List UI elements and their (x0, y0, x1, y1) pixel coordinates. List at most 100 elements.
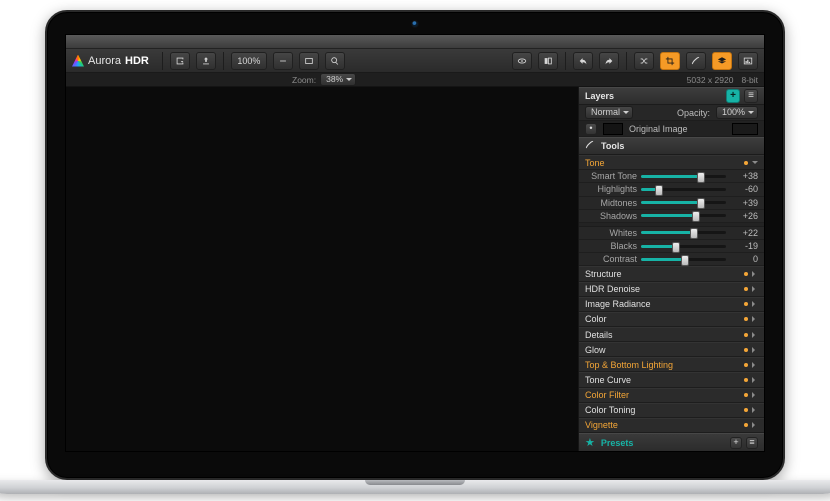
section-title: Image Radiance (585, 299, 651, 309)
tools-panel-header[interactable]: Tools (579, 137, 764, 155)
slider-track[interactable] (641, 175, 726, 178)
chevron-right-icon (752, 362, 758, 368)
layer-row-original[interactable]: • Original Image (579, 121, 764, 137)
shuffle-button[interactable] (634, 52, 654, 70)
slider-whites[interactable]: Whites +22 (579, 227, 764, 240)
layer-visibility-toggle[interactable]: • (585, 123, 597, 135)
section-structure[interactable]: Structure (579, 266, 764, 281)
section-tone[interactable]: Tone (579, 155, 764, 170)
app-brand: Aurora HDR (72, 55, 149, 67)
presets-footer[interactable]: ★ Presets + ≡ (579, 433, 764, 451)
section-image-radiance[interactable]: Image Radiance (579, 297, 764, 312)
slider-track[interactable] (641, 258, 726, 261)
section-active-dot (744, 378, 748, 382)
slider-track[interactable] (641, 214, 726, 217)
image-bit-depth: 8-bit (741, 75, 758, 85)
blend-mode-select[interactable]: Normal (585, 106, 633, 119)
section-color[interactable]: Color (579, 312, 764, 327)
presets-menu-button[interactable]: ≡ (746, 437, 758, 449)
star-icon: ★ (585, 436, 595, 449)
redo-button[interactable] (599, 52, 619, 70)
laptop-base (0, 480, 830, 494)
section-active-dot (744, 423, 748, 427)
section-active-dot (744, 333, 748, 337)
brush-button[interactable] (686, 52, 706, 70)
zoom-value-button[interactable]: 100% (231, 52, 267, 70)
section-active-dot (744, 272, 748, 276)
chevron-right-icon (752, 332, 758, 338)
zoom-label: Zoom: (292, 75, 316, 85)
slider-value: +22 (730, 228, 758, 238)
section-details[interactable]: Details (579, 327, 764, 342)
slider-value: 0 (730, 254, 758, 264)
layers-menu-button[interactable]: ≡ (744, 89, 758, 103)
slider-label: Shadows (585, 211, 637, 221)
compare-button[interactable] (538, 52, 558, 70)
slider-blacks[interactable]: Blacks-19 (579, 240, 764, 253)
slider-track[interactable] (641, 245, 726, 248)
slider-smart-tone[interactable]: Smart Tone +38 (579, 170, 764, 183)
section-vignette[interactable]: Vignette (579, 418, 764, 433)
slider-label: Smart Tone (585, 171, 637, 181)
slider-contrast[interactable]: Contrast0 (579, 253, 764, 266)
chevron-right-icon (752, 301, 758, 307)
layers-panel-header[interactable]: Layers + ≡ (579, 87, 764, 105)
crop-button[interactable] (660, 52, 680, 70)
section-title: Structure (585, 269, 622, 279)
tools-title: Tools (601, 141, 624, 151)
opacity-select[interactable]: 100% (716, 106, 758, 119)
slider-value: +38 (730, 171, 758, 181)
export-button[interactable] (170, 52, 190, 70)
undo-button[interactable] (573, 52, 593, 70)
zoom-in-button[interactable] (325, 52, 345, 70)
section-tone-curve[interactable]: Tone Curve (579, 372, 764, 387)
layer-blend-row: Normal Opacity: 100% (579, 105, 764, 121)
image-canvas[interactable] (66, 87, 578, 451)
brand-bold: HDR (125, 55, 149, 67)
brand-thin: Aurora (88, 55, 121, 67)
slider-track[interactable] (641, 201, 726, 204)
section-active-dot (744, 317, 748, 321)
section-active-dot (744, 302, 748, 306)
slider-shadows[interactable]: Shadows+26 (579, 210, 764, 223)
image-dimensions: 5032 x 2920 (687, 75, 734, 85)
section-title: Vignette (585, 420, 618, 430)
presets-add-button[interactable]: + (730, 437, 742, 449)
slider-highlights[interactable]: Highlights-60 (579, 183, 764, 196)
slider-value: -60 (730, 184, 758, 194)
section-title: Glow (585, 345, 606, 355)
slider-midtones[interactable]: Midtones+39 (579, 197, 764, 210)
histogram-button[interactable] (738, 52, 758, 70)
chevron-right-icon (752, 377, 758, 383)
slider-track[interactable] (641, 231, 726, 234)
section-title: Color Filter (585, 390, 629, 400)
section-hdr-denoise[interactable]: HDR Denoise (579, 282, 764, 297)
layer-mask-thumbnail[interactable] (732, 123, 758, 135)
slider-label: Whites (585, 228, 637, 238)
section-active-dot (744, 287, 748, 291)
canvas-status-bar: Zoom: 38% 5032 x 2920 8-bit (66, 73, 764, 87)
section-color-filter[interactable]: Color Filter (579, 388, 764, 403)
section-top-bottom-lighting[interactable]: Top & Bottom Lighting (579, 357, 764, 372)
chevron-right-icon (752, 271, 758, 277)
share-button[interactable] (196, 52, 216, 70)
section-title: Details (585, 330, 613, 340)
section-active-dot (744, 393, 748, 397)
section-active-dot (744, 161, 748, 165)
layer-thumbnail (603, 123, 623, 135)
section-title: Tone (585, 158, 605, 168)
slider-label: Blacks (585, 241, 637, 251)
chevron-down-icon (752, 161, 758, 167)
layers-toggle-button[interactable] (712, 52, 732, 70)
section-glow[interactable]: Glow (579, 342, 764, 357)
preview-eye-button[interactable] (512, 52, 532, 70)
add-layer-button[interactable]: + (726, 89, 740, 103)
slider-track[interactable] (641, 188, 726, 191)
section-color-toning[interactable]: Color Toning (579, 403, 764, 418)
zoom-out-button[interactable] (273, 52, 293, 70)
laptop-frame: Aurora HDR 100% (45, 10, 785, 494)
zoom-select[interactable]: 38% (320, 73, 356, 86)
section-title: Top & Bottom Lighting (585, 360, 673, 370)
chevron-right-icon (752, 422, 758, 428)
fit-screen-button[interactable] (299, 52, 319, 70)
